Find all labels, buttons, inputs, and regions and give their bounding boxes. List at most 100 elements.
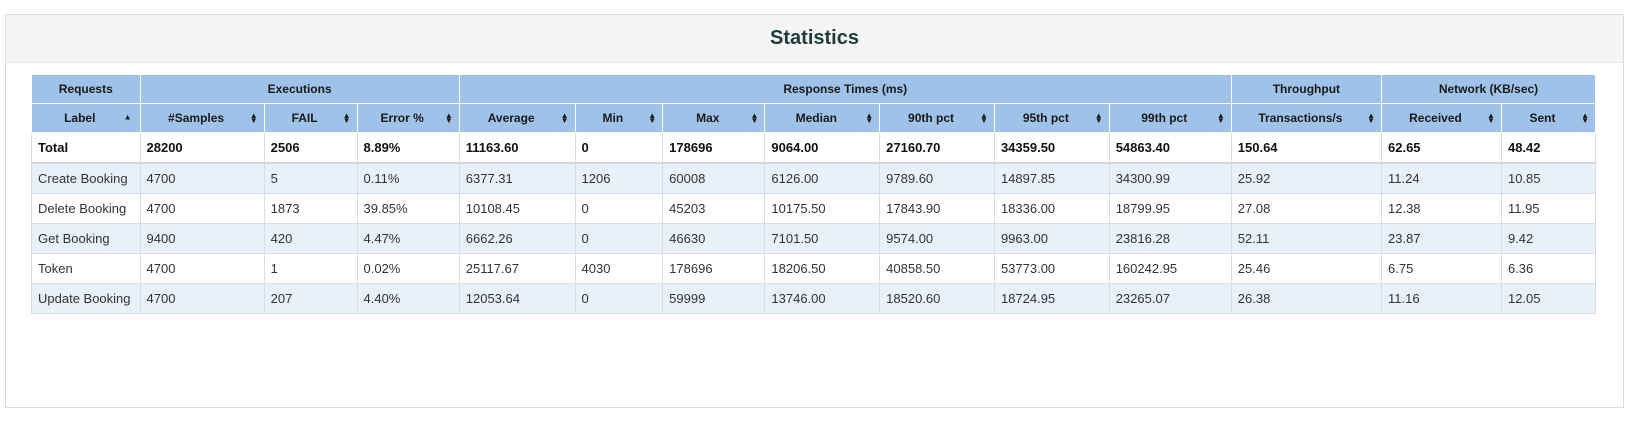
cell-90th-pct: 9574.00 bbox=[879, 223, 995, 254]
sort-ascending-icon[interactable]: ▲ bbox=[124, 113, 132, 122]
cell-99th-pct: 23265.07 bbox=[1108, 283, 1232, 314]
page-title: Statistics bbox=[770, 27, 859, 49]
column-header-99th-pct[interactable]: 99th pct ▲ ▼ bbox=[1108, 103, 1232, 133]
cell-fail: 1 bbox=[263, 253, 358, 284]
cell-samples: 4700 bbox=[139, 253, 265, 284]
group-header-network-kb-sec: Network (KB/sec) bbox=[1381, 74, 1596, 104]
cell-error: 4.47% bbox=[356, 223, 460, 254]
cell-90th-pct: 40858.50 bbox=[879, 253, 995, 284]
cell-max: 178696 bbox=[662, 132, 766, 164]
cell-95th-pct: 9963.00 bbox=[993, 223, 1110, 254]
column-header-label: 90th pct bbox=[908, 111, 955, 125]
column-header-label: Min bbox=[602, 111, 624, 125]
group-header-throughput: Throughput bbox=[1230, 74, 1383, 104]
cell-transactions-s: 52.11 bbox=[1230, 223, 1383, 254]
column-header-95th-pct[interactable]: 95th pct ▲ ▼ bbox=[993, 103, 1110, 133]
cell-received: 11.24 bbox=[1381, 162, 1502, 194]
cell-sent: 10.85 bbox=[1500, 162, 1597, 194]
table-row: Delete Booking 4700 1873 39.85% 10108.45 0 452… bbox=[31, 193, 1597, 224]
cell-error: 8.89% bbox=[356, 132, 460, 164]
sort-both-icon[interactable]: ▲ ▼ bbox=[343, 112, 351, 125]
column-header-error[interactable]: Error % ▲ ▼ bbox=[356, 103, 460, 133]
cell-99th-pct: 18799.95 bbox=[1108, 193, 1232, 224]
column-header-received[interactable]: Received ▲ ▼ bbox=[1381, 103, 1502, 133]
column-header-fail[interactable]: FAIL ▲ ▼ bbox=[263, 103, 358, 133]
cell-transactions-s: 27.08 bbox=[1230, 193, 1383, 224]
sort-both-icon[interactable]: ▲ ▼ bbox=[980, 112, 988, 125]
cell-average: 6377.31 bbox=[458, 162, 576, 194]
cell-sent: 11.95 bbox=[1500, 193, 1597, 224]
cell-error: 0.11% bbox=[356, 162, 460, 194]
cell-max: 60008 bbox=[662, 162, 766, 194]
column-header-label: Sent bbox=[1529, 111, 1556, 125]
column-header-samples[interactable]: #Samples ▲ ▼ bbox=[139, 103, 265, 133]
cell-error: 0.02% bbox=[356, 253, 460, 284]
cell-average: 25117.67 bbox=[458, 253, 576, 284]
cell-99th-pct: 34300.99 bbox=[1108, 162, 1232, 194]
cell-median: 9064.00 bbox=[764, 132, 881, 164]
cell-median: 6126.00 bbox=[764, 162, 881, 194]
column-header-label: Average bbox=[487, 111, 535, 125]
column-header-max[interactable]: Max ▲ ▼ bbox=[662, 103, 766, 133]
sort-both-icon[interactable]: ▲ ▼ bbox=[750, 112, 758, 125]
table-row: Update Booking 4700 207 4.40% 12053.64 0 59999… bbox=[31, 283, 1597, 314]
column-header-label[interactable]: Label ▲ bbox=[31, 103, 141, 133]
cell-fail: 207 bbox=[263, 283, 358, 314]
cell-min: 0 bbox=[574, 223, 664, 254]
sort-both-icon[interactable]: ▲ ▼ bbox=[445, 112, 453, 125]
cell-label: Update Booking bbox=[31, 283, 141, 314]
sort-both-icon[interactable]: ▲ ▼ bbox=[1095, 112, 1103, 125]
group-header-response-times-ms: Response Times (ms) bbox=[458, 74, 1232, 104]
sort-both-icon[interactable]: ▲ ▼ bbox=[1487, 112, 1495, 125]
column-header-label: Max bbox=[696, 111, 720, 125]
cell-label: Create Booking bbox=[31, 162, 141, 194]
cell-samples: 4700 bbox=[139, 193, 265, 224]
column-header-label: Transactions/s bbox=[1258, 111, 1343, 125]
cell-99th-pct: 23816.28 bbox=[1108, 223, 1232, 254]
cell-min: 0 bbox=[574, 283, 664, 314]
column-header-90th-pct[interactable]: 90th pct ▲ ▼ bbox=[879, 103, 995, 133]
table-row: Get Booking 9400 420 4.47% 6662.26 0 46630 7101… bbox=[31, 223, 1597, 254]
sort-both-icon[interactable]: ▲ ▼ bbox=[250, 112, 258, 125]
column-header-median[interactable]: Median ▲ ▼ bbox=[764, 103, 881, 133]
group-header-executions: Executions bbox=[139, 74, 460, 104]
cell-95th-pct: 53773.00 bbox=[993, 253, 1110, 284]
table-row: Token 4700 1 0.02% 25117.67 4030 178696 18206.5… bbox=[31, 253, 1597, 284]
cell-error: 39.85% bbox=[356, 193, 460, 224]
cell-sent: 6.36 bbox=[1500, 253, 1597, 284]
cell-received: 12.38 bbox=[1381, 193, 1502, 224]
cell-min: 0 bbox=[574, 193, 664, 224]
column-header-label: 95th pct bbox=[1022, 111, 1069, 125]
cell-label: Get Booking bbox=[31, 223, 141, 254]
cell-95th-pct: 18724.95 bbox=[993, 283, 1110, 314]
cell-sent: 9.42 bbox=[1500, 223, 1597, 254]
cell-received: 62.65 bbox=[1381, 132, 1502, 164]
cell-median: 7101.50 bbox=[764, 223, 881, 254]
column-header-min[interactable]: Min ▲ ▼ bbox=[574, 103, 664, 133]
column-header-label: #Samples bbox=[168, 111, 225, 125]
cell-99th-pct: 160242.95 bbox=[1108, 253, 1232, 284]
cell-max: 46630 bbox=[662, 223, 766, 254]
cell-95th-pct: 18336.00 bbox=[993, 193, 1110, 224]
table-row-total: Total 28200 2506 8.89% 11163.60 0 178696 9064.0… bbox=[31, 132, 1597, 164]
column-header-average[interactable]: Average ▲ ▼ bbox=[458, 103, 576, 133]
column-header-label: 99th pct bbox=[1141, 111, 1188, 125]
sort-both-icon[interactable]: ▲ ▼ bbox=[648, 112, 656, 125]
cell-received: 6.75 bbox=[1381, 253, 1502, 284]
cell-transactions-s: 26.38 bbox=[1230, 283, 1383, 314]
cell-average: 10108.45 bbox=[458, 193, 576, 224]
cell-99th-pct: 54863.40 bbox=[1108, 132, 1232, 164]
cell-received: 11.16 bbox=[1381, 283, 1502, 314]
cell-samples: 4700 bbox=[139, 162, 265, 194]
table-body: Total 28200 2506 8.89% 11163.60 0 178696 9064.0… bbox=[31, 132, 1597, 314]
column-header-transactions-s[interactable]: Transactions/s ▲ ▼ bbox=[1230, 103, 1383, 133]
sort-both-icon[interactable]: ▲ ▼ bbox=[1581, 112, 1589, 125]
sort-both-icon[interactable]: ▲ ▼ bbox=[561, 112, 569, 125]
sort-both-icon[interactable]: ▲ ▼ bbox=[865, 112, 873, 125]
cell-label: Delete Booking bbox=[31, 193, 141, 224]
cell-median: 13746.00 bbox=[764, 283, 881, 314]
column-header-sent[interactable]: Sent ▲ ▼ bbox=[1500, 103, 1597, 133]
sort-both-icon[interactable]: ▲ ▼ bbox=[1217, 112, 1225, 125]
cell-sent: 48.42 bbox=[1500, 132, 1597, 164]
sort-both-icon[interactable]: ▲ ▼ bbox=[1367, 112, 1375, 125]
